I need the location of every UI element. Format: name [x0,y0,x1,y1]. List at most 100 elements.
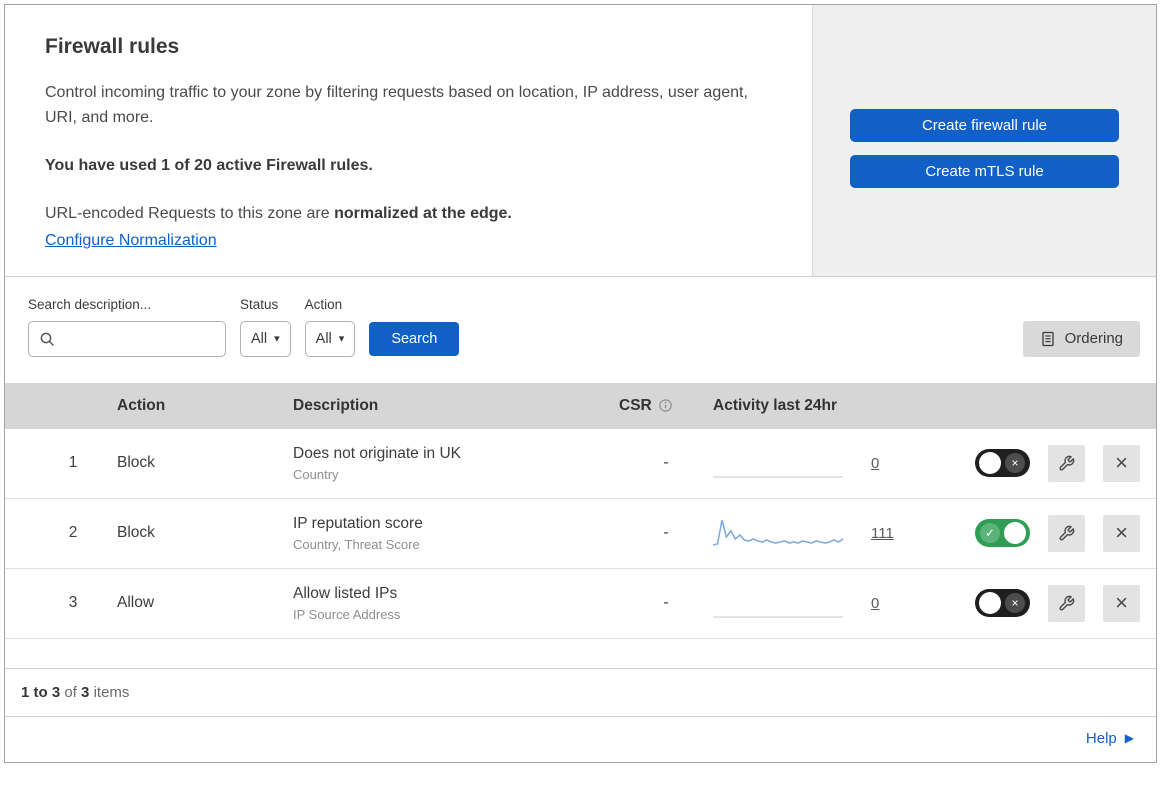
ordering-button[interactable]: Ordering [1022,320,1140,357]
search-button[interactable]: Search [369,321,460,356]
rule-controls: ✓ × [953,514,1140,552]
rule-priority: 1 [68,454,78,472]
pagination-summary: 1 to 3 of 3 items [5,669,1156,717]
search-description-input[interactable] [62,329,215,348]
rule-controls: × × [953,444,1140,482]
header-action-column: Action [117,396,166,414]
toggle-knob [1004,522,1026,545]
status-toggle[interactable]: × [975,589,1030,618]
action-label: Action [304,296,343,312]
rule-activity-cell: 111 [713,514,953,552]
header-csr-label: CSR [619,396,652,414]
action-dropdown[interactable]: All ▾ [304,320,356,357]
pagination-range: 1 to 3 [21,683,61,701]
table-footer-spacer [5,639,1156,669]
help-row: Help ▶ [5,717,1156,762]
edit-rule-button[interactable] [1048,444,1085,482]
header-csr-column: CSR [619,397,713,415]
pagination-items-label: items [93,683,130,701]
edit-rule-button[interactable] [1048,514,1085,552]
delete-rule-button[interactable]: × [1103,584,1140,622]
table-row: 2 Block IP reputation score Country, Thr… [5,498,1156,569]
ordering-list-icon [1040,331,1056,347]
toggle-state-icon: × [1005,453,1025,474]
toggle-state-icon: × [1005,593,1025,614]
wrench-icon [1058,595,1075,612]
chevron-down-icon: ▾ [274,333,280,346]
table-row: 1 Block Does not originate in UK Country… [5,428,1156,499]
create-firewall-rule-button[interactable]: Create firewall rule [850,109,1119,142]
firewall-rules-page: Firewall rules Control incoming traffic … [4,4,1157,763]
status-toggle[interactable]: × [975,449,1030,478]
create-mtls-rule-button[interactable]: Create mTLS rule [850,155,1119,188]
status-label: Status [240,296,279,312]
rule-action: Block [117,524,155,542]
rule-criteria: IP Source Address [293,606,401,622]
header-activity-column: Activity last 24hr [713,396,838,414]
status-dropdown-value: All [251,330,268,347]
delete-rule-button[interactable]: × [1103,514,1140,552]
status-filter-group: Status All ▾ [240,297,291,357]
rule-description-cell: Allow listed IPs IP Source Address [293,585,619,622]
toggle-state-icon: ✓ [980,523,1000,544]
activity-count-link[interactable]: 111 [871,525,894,542]
header-text-block: Firewall rules Control incoming traffic … [5,5,812,276]
toggle-knob [979,452,1001,475]
wrench-icon [1058,525,1075,542]
rule-description: IP reputation score [293,514,423,532]
rule-description-cell: IP reputation score Country, Threat Scor… [293,515,619,552]
activity-count-link[interactable]: 0 [871,595,879,612]
chevron-down-icon: ▾ [338,333,345,346]
rule-priority: 2 [68,524,78,542]
search-icon [39,331,55,347]
filter-bar: Search description... Status All ▾ Actio… [5,277,1156,383]
table-row: 3 Allow Allow listed IPs IP Source Addre… [5,568,1156,639]
configure-normalization-link[interactable]: Configure Normalization [45,232,217,249]
action-filter-group: Action All ▾ [304,296,356,357]
action-dropdown-value: All [315,330,332,347]
close-icon: × [1115,450,1128,476]
page-description: Control incoming traffic to your zone by… [45,84,748,126]
help-link[interactable]: Help ▶ [1086,730,1134,747]
page-title: Firewall rules [45,35,180,58]
close-icon: × [1115,520,1128,546]
page-header: Firewall rules Control incoming traffic … [5,5,1156,277]
status-dropdown[interactable]: All ▾ [240,320,291,357]
wrench-icon [1058,455,1075,472]
rules-usage-summary: You have used 1 of 20 active Firewall ru… [45,156,373,174]
rule-criteria: Country [293,466,339,482]
edit-rule-button[interactable] [1048,584,1085,622]
normalization-note-bold: normalized at the edge. [334,204,512,222]
search-box [28,320,226,357]
search-group: Search description... [28,297,226,357]
pagination-of: of [64,683,77,701]
header-actions-panel: Create firewall rule Create mTLS rule [812,5,1156,276]
rule-description-cell: Does not originate in UK Country [293,445,619,482]
rule-description: Does not originate in UK [293,444,462,462]
help-link-label: Help [1085,729,1117,747]
close-icon: × [1115,590,1128,616]
header-description-column: Description [293,396,379,414]
activity-sparkline [713,476,843,478]
pagination-total: 3 [81,683,90,701]
rule-priority: 3 [68,594,78,612]
search-label: Search description... [28,296,152,312]
arrow-right-icon: ▶ [1124,731,1134,746]
info-icon[interactable] [658,398,673,413]
table-header: Action Description CSR Activity last 24h… [5,382,1156,429]
rule-criteria: Country, Threat Score [293,536,420,552]
ordering-button-label: Ordering [1064,330,1123,348]
normalization-note-text: URL-encoded Requests to this zone are [45,204,330,222]
delete-rule-button[interactable]: × [1103,444,1140,482]
rule-action: Block [117,454,155,472]
rule-csr-value: - [663,594,669,612]
rule-controls: × × [953,584,1140,622]
status-toggle[interactable]: ✓ [975,519,1030,548]
toggle-knob [979,592,1001,615]
activity-sparkline [713,616,843,618]
rule-action: Allow [117,594,155,612]
rule-activity-cell: 0 [713,444,953,482]
activity-count-link[interactable]: 0 [871,455,879,472]
rule-csr-value: - [663,454,669,472]
normalization-note: URL-encoded Requests to this zone are no… [45,205,772,223]
